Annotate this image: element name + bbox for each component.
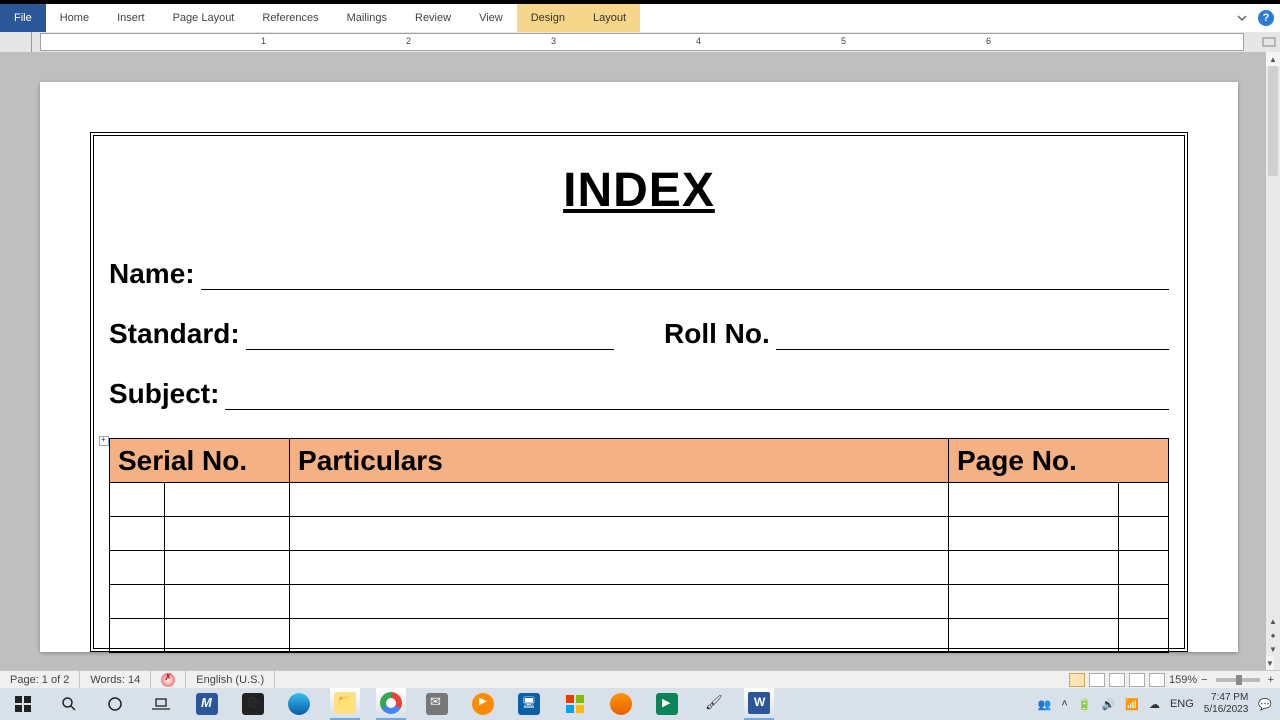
prev-page-icon[interactable]: ▲ <box>1266 614 1280 628</box>
status-page[interactable]: Page: 1 of 2 <box>0 671 80 688</box>
status-spellcheck[interactable] <box>151 671 186 688</box>
page-layout-tab[interactable]: Page Layout <box>159 4 249 32</box>
roll-no-field-line[interactable] <box>776 326 1169 350</box>
th-particulars[interactable]: Particulars <box>290 439 949 483</box>
web-layout-button[interactable] <box>1109 673 1125 687</box>
ribbon-collapse-icon[interactable] <box>1234 10 1250 26</box>
subject-field-line[interactable] <box>225 386 1169 410</box>
name-field-line[interactable] <box>201 266 1169 290</box>
start-button[interactable] <box>8 688 38 720</box>
taskbar-word[interactable] <box>744 688 774 720</box>
vertical-scrollbar[interactable]: ▲ ▲ ● ▼ ▼ <box>1266 52 1280 670</box>
search-icon[interactable] <box>54 688 84 720</box>
full-screen-reading-button[interactable] <box>1089 673 1105 687</box>
help-icon[interactable]: ? <box>1258 10 1274 26</box>
tray-battery-icon[interactable]: 🔋 <box>1078 698 1092 711</box>
taskbar-office[interactable] <box>560 688 590 720</box>
th-page-no[interactable]: Page No. <box>949 439 1169 483</box>
tray-overflow-icon[interactable]: ˄ <box>1061 698 1067 710</box>
ribbon-tabs: File Home Insert Page Layout References … <box>0 0 1280 32</box>
taskbar-edge[interactable] <box>284 688 314 720</box>
taskbar-filmora[interactable] <box>652 688 682 720</box>
table-row[interactable] <box>110 619 1169 653</box>
view-tab[interactable]: View <box>465 4 517 32</box>
ruler-tick-3: 3 <box>551 36 556 46</box>
table-row[interactable] <box>110 551 1169 585</box>
table-row[interactable] <box>110 483 1169 517</box>
status-words[interactable]: Words: 14 <box>80 671 151 688</box>
ruler-tick-4: 4 <box>696 36 701 46</box>
print-layout-view-button[interactable] <box>1069 673 1085 687</box>
th-serial-no[interactable]: Serial No. <box>110 439 290 483</box>
ruler-tick-5: 5 <box>841 36 846 46</box>
clock-date: 5/16/2023 <box>1204 704 1249 716</box>
taskbar-app-m[interactable] <box>192 688 222 720</box>
page-border: INDEX Name: Standard: Roll No. Subject: <box>90 132 1188 652</box>
home-tab[interactable]: Home <box>46 4 103 32</box>
ruler-tick-2: 2 <box>406 36 411 46</box>
ruler-tick-6: 6 <box>986 36 991 46</box>
scroll-up-arrow[interactable]: ▲ <box>1266 52 1280 66</box>
task-view-icon[interactable] <box>146 688 176 720</box>
document-page[interactable]: INDEX Name: Standard: Roll No. Subject: <box>40 82 1238 652</box>
draft-view-button[interactable] <box>1149 673 1165 687</box>
tray-onedrive-icon[interactable]: ☁ <box>1149 698 1160 711</box>
ruler-row: 1 2 3 4 5 6 <box>0 32 1280 52</box>
table-header-row[interactable]: Serial No. Particulars Page No. <box>110 439 1169 483</box>
file-tab[interactable]: File <box>0 4 46 32</box>
roll-no-label[interactable]: Roll No. <box>664 318 770 350</box>
table-row[interactable] <box>110 585 1169 619</box>
taskbar-file-explorer[interactable] <box>330 688 360 720</box>
name-label[interactable]: Name: <box>109 258 195 290</box>
document-viewport: INDEX Name: Standard: Roll No. Subject: <box>0 52 1266 670</box>
ruler-tick-1: 1 <box>261 36 266 46</box>
ruler-corner <box>0 32 32 52</box>
standard-field-line[interactable] <box>246 326 614 350</box>
browse-object-icon[interactable]: ● <box>1266 628 1280 642</box>
tray-language[interactable]: ENG <box>1170 698 1194 710</box>
table-layout-tab[interactable]: Layout <box>579 4 640 32</box>
taskbar-virtualbox[interactable] <box>514 688 544 720</box>
scroll-down-arrow[interactable]: ▼ <box>1266 656 1274 670</box>
spellcheck-icon <box>161 673 175 687</box>
standard-label[interactable]: Standard: <box>109 318 240 350</box>
taskbar-mail[interactable] <box>422 688 452 720</box>
taskbar-chrome[interactable] <box>376 688 406 720</box>
tray-network-icon[interactable]: 📶 <box>1125 698 1139 711</box>
horizontal-ruler[interactable]: 1 2 3 4 5 6 <box>40 33 1244 51</box>
taskbar-media-player[interactable] <box>468 688 498 720</box>
subject-label[interactable]: Subject: <box>109 378 219 410</box>
status-bar: Page: 1 of 2 Words: 14 English (U.S.) 15… <box>0 670 1280 688</box>
tray-notifications-icon[interactable]: 💬 <box>1258 698 1272 711</box>
taskbar-ms-store[interactable] <box>238 688 268 720</box>
table-row[interactable] <box>110 517 1169 551</box>
clock-time: 7:47 PM <box>1204 692 1249 704</box>
document-title[interactable]: INDEX <box>109 163 1169 218</box>
table-design-tab[interactable]: Design <box>517 4 579 32</box>
view-ruler-toggle[interactable] <box>1262 35 1276 49</box>
next-page-icon[interactable]: ▼ <box>1266 642 1280 656</box>
zoom-slider[interactable] <box>1216 678 1260 682</box>
table-move-handle[interactable] <box>99 436 109 446</box>
tray-people-icon[interactable]: 👥 <box>1038 698 1052 711</box>
insert-tab[interactable]: Insert <box>103 4 159 32</box>
windows-taskbar: 👥 ˄ 🔋 🔊 📶 ☁ ENG 7:47 PM 5/16/2023 💬 <box>0 688 1280 720</box>
tray-clock[interactable]: 7:47 PM 5/16/2023 <box>1204 692 1249 716</box>
zoom-out-button[interactable]: − <box>1201 674 1207 686</box>
table-container: Serial No. Particulars Page No. <box>109 438 1169 653</box>
mailings-tab[interactable]: Mailings <box>333 4 401 32</box>
taskbar-paint[interactable] <box>698 688 728 720</box>
cortana-icon[interactable] <box>100 688 130 720</box>
zoom-in-button[interactable]: + <box>1268 674 1274 686</box>
tray-volume-icon[interactable]: 🔊 <box>1102 698 1116 711</box>
outline-view-button[interactable] <box>1129 673 1145 687</box>
review-tab[interactable]: Review <box>401 4 465 32</box>
scroll-thumb[interactable] <box>1268 66 1278 176</box>
system-tray: 👥 ˄ 🔋 🔊 📶 ☁ ENG 7:47 PM 5/16/2023 💬 <box>1038 692 1280 716</box>
status-language[interactable]: English (U.S.) <box>186 671 275 688</box>
references-tab[interactable]: References <box>248 4 332 32</box>
index-table[interactable]: Serial No. Particulars Page No. <box>109 438 1169 653</box>
taskbar-firefox[interactable] <box>606 688 636 720</box>
zoom-level[interactable]: 159% <box>1169 674 1197 686</box>
